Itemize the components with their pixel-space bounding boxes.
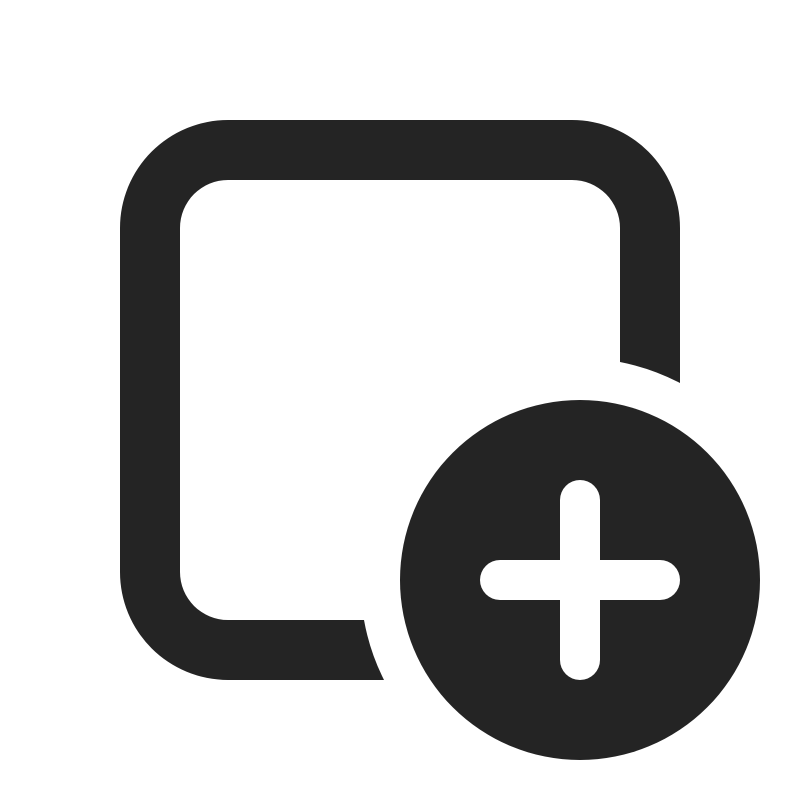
plus-horizontal-bar [480, 560, 680, 600]
icon-canvas [0, 0, 800, 800]
square-add-icon [0, 0, 800, 800]
